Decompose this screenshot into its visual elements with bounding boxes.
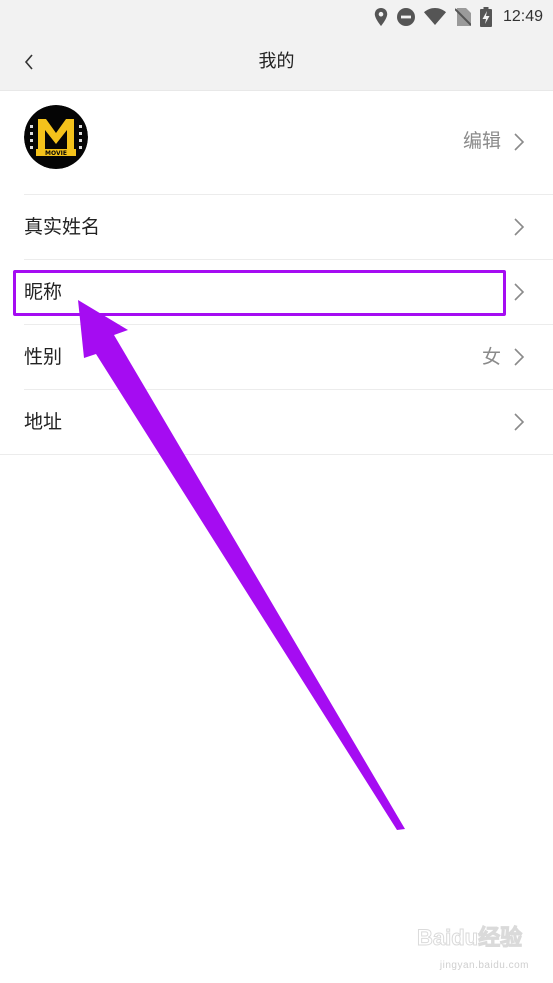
location-icon xyxy=(374,7,388,26)
watermark-logo-text: Baidu经验 xyxy=(417,925,522,950)
page-title: 我的 xyxy=(258,51,295,72)
wifi-icon xyxy=(423,8,446,25)
chevron-right-icon xyxy=(514,133,525,151)
profile-list: MOVIE 编辑 真实姓名 昵称 性别 女 地址 xyxy=(0,91,553,455)
status-time: 12:49 xyxy=(502,7,543,25)
row-nickname[interactable]: 昵称 xyxy=(24,260,553,325)
chevron-right-icon xyxy=(514,348,525,366)
avatar-logo-text: MOVIE xyxy=(45,150,67,157)
row-label: 真实姓名 xyxy=(24,216,101,238)
do-not-disturb-icon xyxy=(396,7,415,26)
profile-avatar-row[interactable]: MOVIE 编辑 xyxy=(24,91,553,195)
status-bar: 12:49 xyxy=(0,0,553,33)
battery-charging-icon xyxy=(479,6,492,27)
avatar[interactable]: MOVIE xyxy=(24,105,88,169)
movie-logo-icon: MOVIE xyxy=(24,105,88,169)
row-label: 性别 xyxy=(24,346,63,368)
row-gender[interactable]: 性别 女 xyxy=(24,325,553,390)
row-address[interactable]: 地址 xyxy=(0,390,553,455)
chevron-right-icon xyxy=(514,218,525,236)
watermark-caption: jingyan.baidu.com xyxy=(439,960,529,971)
row-label: 地址 xyxy=(24,411,63,433)
no-sim-icon xyxy=(454,7,471,26)
row-real-name[interactable]: 真实姓名 xyxy=(24,195,553,260)
baidu-watermark-logo: Baidu经验 xyxy=(417,925,523,951)
row-label: 昵称 xyxy=(24,281,63,303)
row-value: 女 xyxy=(481,346,501,368)
chevron-right-icon xyxy=(514,413,525,431)
chevron-right-icon xyxy=(514,283,525,301)
top-header: 我的 xyxy=(0,33,553,91)
edit-label: 编辑 xyxy=(462,130,501,152)
status-icons: 12:49 xyxy=(374,0,543,33)
